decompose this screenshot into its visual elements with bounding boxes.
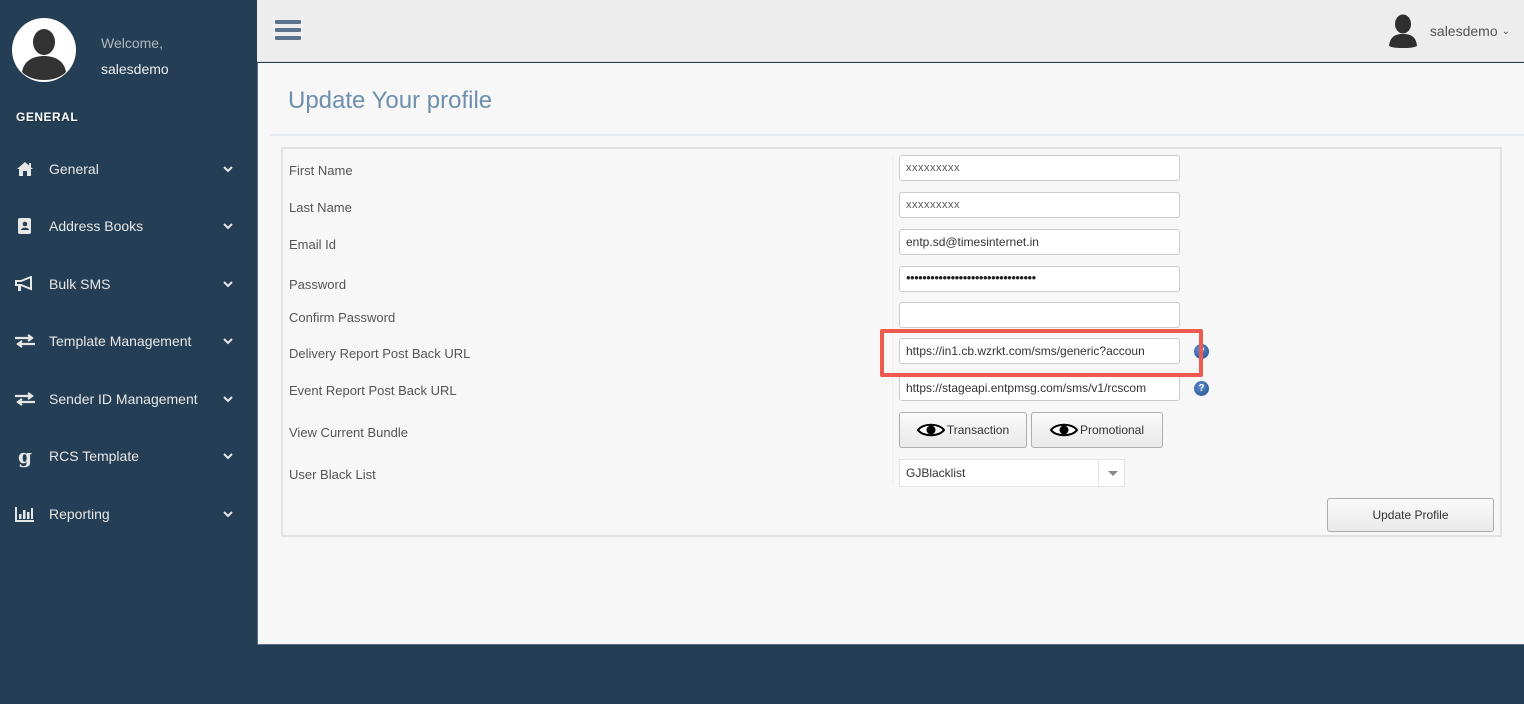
chevron-down-icon bbox=[222, 450, 234, 462]
password-input[interactable]: •••••••••••••••••••••••••••••••• bbox=[899, 266, 1180, 292]
user-menu-dropdown[interactable]: salesdemo ⌄ bbox=[1388, 14, 1510, 48]
form-row-password: Password •••••••••••••••••••••••••••••••… bbox=[283, 266, 1500, 310]
chevron-down-icon bbox=[222, 393, 234, 405]
select-arrow-icon[interactable] bbox=[1098, 460, 1124, 486]
title-divider bbox=[270, 134, 1524, 136]
sidebar-username: salesdemo bbox=[101, 61, 169, 77]
sidebar-item-address-books[interactable]: Address Books bbox=[0, 198, 257, 256]
sidebar-item-template-management[interactable]: Template Management bbox=[0, 313, 257, 371]
form-row-first-name: First Name xxxxxxxxx bbox=[283, 155, 1500, 199]
view-transaction-bundle-button[interactable]: Transaction bbox=[899, 412, 1027, 448]
chevron-down-icon bbox=[222, 335, 234, 347]
sidebar-item-general[interactable]: General bbox=[0, 140, 257, 198]
bar-chart-icon bbox=[14, 504, 36, 524]
help-icon[interactable]: ? bbox=[1194, 344, 1209, 359]
blacklist-select[interactable]: GJBlacklist bbox=[899, 459, 1125, 487]
exchange-icon bbox=[14, 389, 36, 409]
sidebar-item-reporting[interactable]: Reporting bbox=[0, 485, 257, 543]
transaction-label: Transaction bbox=[946, 423, 1010, 437]
sidebar-menu: General Address Books Bulk SMS Template … bbox=[0, 140, 257, 543]
form-row-confirm-password: Confirm Password bbox=[283, 302, 1500, 346]
top-nav: salesdemo ⌄ bbox=[257, 0, 1524, 62]
form-row-bundle: View Current Bundle Transaction Promotio… bbox=[283, 412, 1500, 461]
last-name-input[interactable]: xxxxxxxxx bbox=[899, 192, 1180, 218]
topnav-username: salesdemo bbox=[1429, 23, 1498, 39]
delivery-url-input[interactable]: https://in1.cb.wzrkt.com/sms/generic?acc… bbox=[899, 338, 1180, 364]
email-label: Email Id bbox=[289, 237, 336, 252]
bundle-label: View Current Bundle bbox=[289, 425, 408, 440]
chevron-down-icon bbox=[222, 220, 234, 232]
menu-toggle-icon[interactable] bbox=[275, 20, 301, 42]
first-name-input[interactable]: xxxxxxxxx bbox=[899, 155, 1180, 181]
profile-form-panel: First Name xxxxxxxxx Last Name xxxxxxxxx… bbox=[281, 147, 1502, 537]
sidebar-item-rcs-template[interactable]: g RCS Template bbox=[0, 428, 257, 486]
sidebar: Welcome, salesdemo GENERAL General Addre… bbox=[0, 0, 257, 704]
home-icon bbox=[14, 159, 36, 179]
sidebar-item-bulk-sms[interactable]: Bulk SMS bbox=[0, 255, 257, 313]
last-name-label: Last Name bbox=[289, 200, 352, 215]
first-name-label: First Name bbox=[289, 163, 353, 178]
password-label: Password bbox=[289, 277, 347, 292]
form-row-email: Email Id entp.sd@timesinternet.in bbox=[283, 229, 1500, 273]
caret-down-icon: ⌄ bbox=[1501, 25, 1510, 37]
event-url-input[interactable]: https://stageapi.entpmsg.com/sms/v1/rcsc… bbox=[899, 375, 1180, 401]
email-input[interactable]: entp.sd@timesinternet.in bbox=[899, 229, 1180, 255]
delivery-url-label: Delivery Report Post Back URL bbox=[289, 346, 471, 361]
google-g-icon: g bbox=[18, 444, 32, 469]
form-row-blacklist: User Black List GJBlacklist bbox=[283, 459, 1500, 503]
confirm-password-label: Confirm Password bbox=[289, 310, 396, 325]
form-row-last-name: Last Name xxxxxxxxx bbox=[283, 192, 1500, 236]
bullhorn-icon bbox=[14, 274, 36, 294]
event-url-label: Event Report Post Back URL bbox=[289, 383, 457, 398]
update-profile-label: Update Profile bbox=[1372, 508, 1449, 522]
sidebar-profile: Welcome, salesdemo bbox=[12, 18, 252, 98]
blacklist-label: User Black List bbox=[289, 467, 376, 482]
eye-icon bbox=[1049, 423, 1078, 437]
chevron-down-icon bbox=[222, 508, 234, 520]
exchange-icon bbox=[14, 331, 36, 351]
chevron-down-icon bbox=[222, 163, 234, 175]
eye-icon bbox=[916, 423, 945, 437]
update-profile-button[interactable]: Update Profile bbox=[1327, 498, 1494, 532]
page-title: Update Your profile bbox=[288, 87, 493, 114]
form-row-event-url: Event Report Post Back URL https://stage… bbox=[283, 375, 1500, 419]
promotional-label: Promotional bbox=[1079, 423, 1145, 437]
sidebar-item-sender-id-management[interactable]: Sender ID Management bbox=[0, 370, 257, 428]
blacklist-selected-value: GJBlacklist bbox=[906, 466, 966, 480]
menu-section-title: GENERAL bbox=[16, 110, 79, 124]
user-silhouette-icon bbox=[13, 19, 75, 81]
view-promotional-bundle-button[interactable]: Promotional bbox=[1031, 412, 1163, 448]
help-icon[interactable]: ? bbox=[1194, 381, 1209, 396]
chevron-down-icon bbox=[222, 278, 234, 290]
address-book-icon bbox=[14, 216, 36, 236]
main-content: Update Your profile First Name xxxxxxxxx… bbox=[257, 63, 1524, 645]
avatar[interactable] bbox=[12, 18, 76, 82]
form-row-delivery-url: Delivery Report Post Back URL https://in… bbox=[283, 338, 1500, 382]
welcome-text: Welcome, bbox=[101, 35, 163, 51]
user-icon bbox=[1388, 14, 1417, 48]
confirm-password-input[interactable] bbox=[899, 302, 1180, 328]
